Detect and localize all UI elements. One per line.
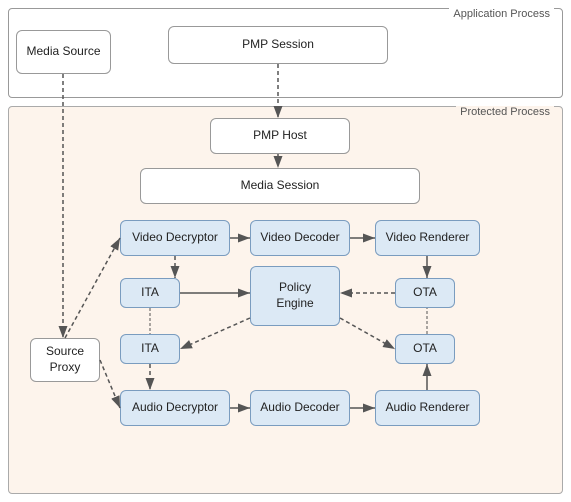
- pmp-session-box: PMP Session: [168, 26, 388, 64]
- video-renderer-box: Video Renderer: [375, 220, 480, 256]
- policy-engine-box: Policy Engine: [250, 266, 340, 326]
- ota-bottom-box: OTA: [395, 334, 455, 364]
- audio-renderer-box: Audio Renderer: [375, 390, 480, 426]
- ita-bottom-box: ITA: [120, 334, 180, 364]
- audio-decryptor-box: Audio Decryptor: [120, 390, 230, 426]
- media-session-box: Media Session: [140, 168, 420, 204]
- app-process-label: Application Process: [449, 8, 554, 20]
- audio-decoder-box: Audio Decoder: [250, 390, 350, 426]
- ota-top-box: OTA: [395, 278, 455, 308]
- video-decryptor-box: Video Decryptor: [120, 220, 230, 256]
- ita-top-box: ITA: [120, 278, 180, 308]
- video-decoder-box: Video Decoder: [250, 220, 350, 256]
- media-source-box: Media Source: [16, 30, 111, 74]
- source-proxy-box: Source Proxy: [30, 338, 100, 382]
- protected-process-label: Protected Process: [456, 106, 554, 118]
- pmp-host-box: PMP Host: [210, 118, 350, 154]
- diagram-container: Application Process Protected Process Me…: [0, 0, 571, 502]
